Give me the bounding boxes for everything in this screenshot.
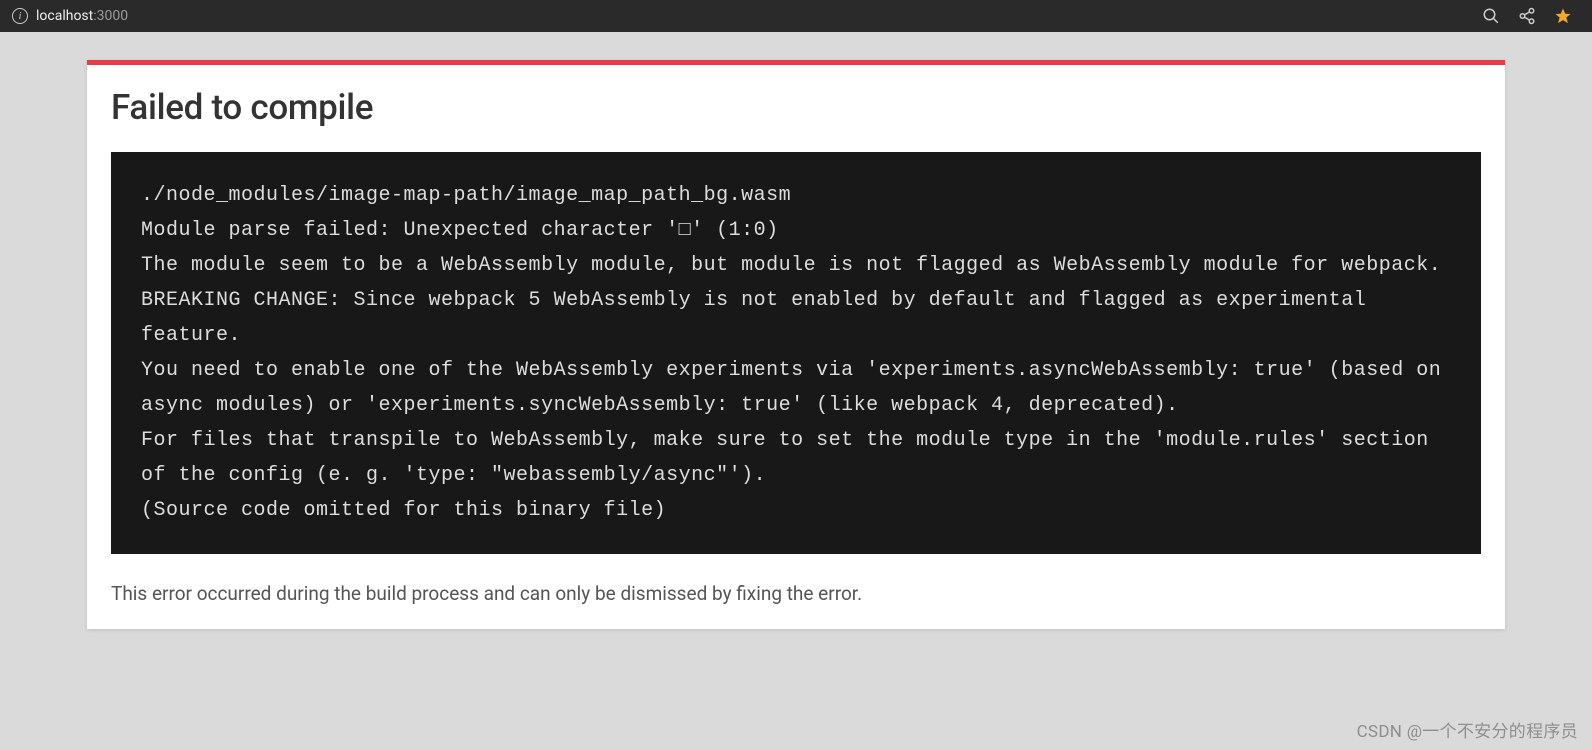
watermark-text: CSDN @一个不安分的程序员: [1357, 717, 1578, 742]
url-text: localhost:3000: [36, 8, 128, 24]
share-icon[interactable]: [1518, 7, 1536, 25]
error-stack-trace: ./node_modules/image-map-path/image_map_…: [111, 152, 1481, 554]
url-display[interactable]: i localhost:3000: [12, 8, 128, 24]
zoom-icon[interactable]: [1482, 7, 1500, 25]
bookmark-star-icon[interactable]: [1554, 7, 1572, 25]
browser-address-bar: i localhost:3000: [0, 0, 1592, 32]
error-footer-message: This error occurred during the build pro…: [111, 582, 1481, 605]
url-port: :3000: [93, 8, 128, 24]
page-content: Failed to compile ./node_modules/image-m…: [0, 32, 1592, 629]
error-title: Failed to compile: [111, 87, 1481, 128]
info-icon[interactable]: i: [12, 8, 28, 24]
error-overlay-card: Failed to compile ./node_modules/image-m…: [87, 60, 1505, 629]
browser-actions: [1482, 7, 1580, 25]
url-host: localhost: [36, 8, 93, 24]
